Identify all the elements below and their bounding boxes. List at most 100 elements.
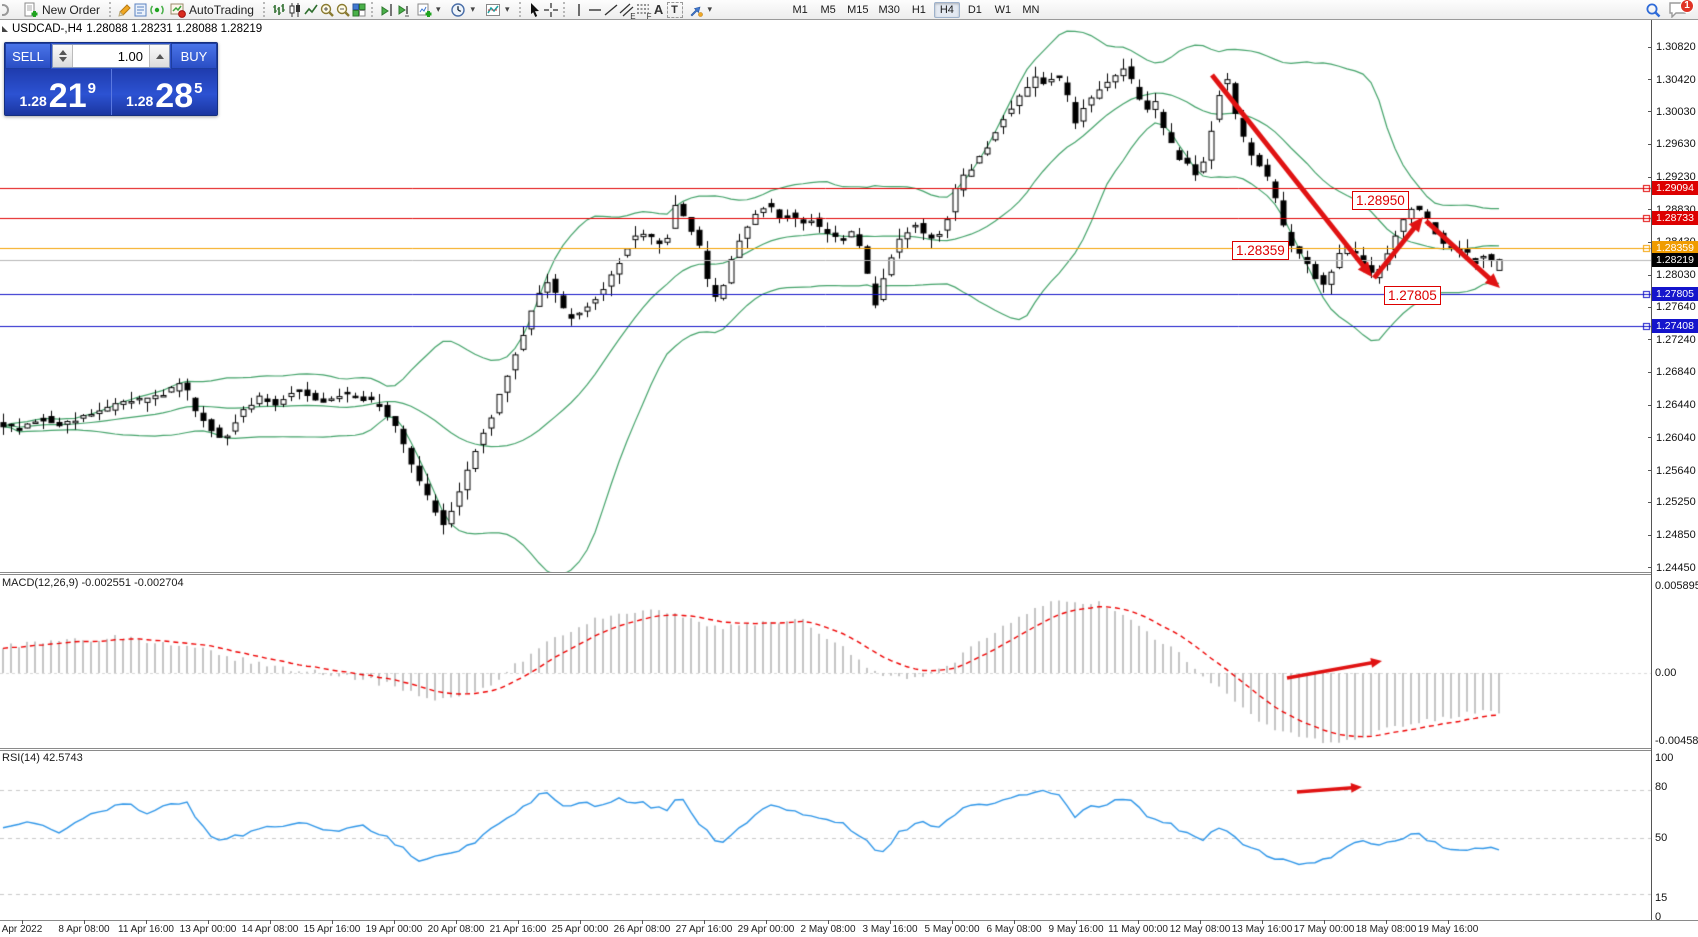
timeframe-button-h1[interactable]: H1	[906, 2, 932, 18]
trendline-tool-icon[interactable]	[603, 2, 619, 18]
volume-stepper[interactable]	[53, 45, 73, 67]
time-axis-tick	[518, 920, 519, 924]
auto-scroll-icon[interactable]	[395, 2, 411, 18]
indicators-button[interactable]: ▾	[480, 1, 515, 19]
buy-button[interactable]: BUY	[171, 43, 217, 69]
rsi-axis-label: 100	[1655, 752, 1673, 764]
metaeditor-icon[interactable]	[133, 2, 149, 18]
timeframe-button-mn[interactable]: MN	[1018, 2, 1044, 18]
bar-chart-icon[interactable]	[271, 2, 287, 18]
search-icon[interactable]	[1644, 2, 1660, 18]
time-axis-tick	[208, 920, 209, 924]
price-axis-tick	[1648, 307, 1652, 308]
volume-up-button[interactable]	[149, 45, 169, 67]
clipped-edge-icon	[2, 2, 18, 18]
timeframe-button-m1[interactable]: M1	[787, 2, 813, 18]
profiles-button[interactable]: ▾	[445, 1, 480, 19]
current-price-tag: 1.28219	[1652, 253, 1698, 267]
signal-icon[interactable]	[149, 2, 165, 18]
arrows-tool-button[interactable]: ▾	[683, 1, 718, 19]
price-axis-tick	[1648, 111, 1652, 112]
autotrading-button[interactable]: AutoTrading	[165, 1, 259, 19]
time-axis-tick	[84, 920, 85, 924]
new-chart-button[interactable]: ▾	[411, 1, 446, 19]
volume-input[interactable]: 1.00	[73, 45, 149, 67]
pane-separator[interactable]	[0, 748, 1698, 751]
price-annotation[interactable]: 1.27805	[1384, 286, 1441, 305]
separator	[109, 2, 113, 17]
timeframe-button-d1[interactable]: D1	[962, 2, 988, 18]
timeframe-button-m5[interactable]: M5	[815, 2, 841, 18]
price-axis-tick	[1648, 372, 1652, 373]
time-axis-tick	[828, 920, 829, 924]
chart-shift-icon[interactable]	[379, 2, 395, 18]
time-axis-label: 13 Apr 00:00	[180, 924, 237, 935]
price-axis-label: 1.30420	[1656, 74, 1696, 86]
buy-price-prefix: 1.28	[126, 93, 153, 109]
time-axis-tick	[1448, 920, 1449, 924]
fibonacci-tool-icon[interactable]: F	[635, 2, 651, 18]
timeframe-group: M1M5M15M30H1H4D1W1MN	[787, 2, 1044, 18]
indicators-icon	[485, 2, 501, 18]
candlestick-icon[interactable]	[287, 2, 303, 18]
line-chart-icon[interactable]	[303, 2, 319, 18]
timeframe-button-w1[interactable]: W1	[990, 2, 1016, 18]
chat-badge: 1	[1680, 0, 1694, 13]
time-axis-tick	[890, 920, 891, 924]
horizontal-line-tool-icon[interactable]	[587, 2, 603, 18]
time-axis-tick	[766, 920, 767, 924]
text-tool-icon[interactable]: A	[651, 2, 667, 18]
time-axis-tick	[332, 920, 333, 924]
volume-spinner: 1.00	[52, 44, 170, 68]
zoom-in-icon[interactable]	[319, 2, 335, 18]
timeframe-button-h4[interactable]: H4	[934, 2, 960, 18]
time-axis-tick	[1138, 920, 1139, 924]
new-order-label: New Order	[42, 3, 100, 17]
pane-separator	[0, 920, 1698, 921]
rsi-pane-canvas[interactable]	[0, 750, 1651, 920]
chat-button[interactable]: 1	[1668, 1, 1690, 19]
buy-price[interactable]: 1.28285	[112, 69, 218, 115]
vertical-line-tool-icon[interactable]	[571, 2, 587, 18]
time-axis-label: 3 May 16:00	[862, 924, 917, 935]
time-axis-label: 20 Apr 08:00	[428, 924, 485, 935]
crayon-icon[interactable]	[117, 2, 133, 18]
macd-pane-canvas[interactable]	[0, 575, 1651, 748]
arrows-tool-icon	[688, 2, 704, 18]
text-label-tool-icon[interactable]: T	[667, 2, 683, 18]
separator	[371, 2, 375, 17]
time-axis-label: 6 May 08:00	[986, 924, 1041, 935]
sell-button[interactable]: SELL	[5, 43, 51, 69]
price-axis-tick	[1648, 144, 1652, 145]
tile-windows-icon[interactable]	[351, 2, 367, 18]
price-axis-label: 1.24850	[1656, 529, 1696, 541]
price-axis-label: 1.26040	[1656, 432, 1696, 444]
rsi-label: RSI(14) 42.5743	[2, 752, 83, 764]
time-axis-label: 5 May 00:00	[924, 924, 979, 935]
pane-separator[interactable]	[0, 572, 1698, 575]
price-annotation[interactable]: 1.28359	[1232, 241, 1289, 260]
time-axis-label: 12 May 08:00	[1170, 924, 1231, 935]
time-axis-tick	[1324, 920, 1325, 924]
zoom-out-icon[interactable]	[335, 2, 351, 18]
time-axis-label: 29 Apr 00:00	[738, 924, 795, 935]
channel-tool-icon[interactable]: E	[619, 2, 635, 18]
new-order-button[interactable]: New Order	[18, 1, 105, 19]
timeframe-button-m30[interactable]: M30	[874, 2, 903, 18]
symbol-timeframe: USDCAD-,H4	[12, 23, 82, 35]
time-axis-tick	[1262, 920, 1263, 924]
chart-pointer-icon	[2, 26, 8, 32]
step-up-icon	[59, 50, 67, 55]
timeframe-button-m15[interactable]: M15	[843, 2, 872, 18]
time-axis-label: 17 May 00:00	[1294, 924, 1355, 935]
price-axis-label: 1.24450	[1656, 562, 1696, 574]
ohlc-values: 1.28088 1.28231 1.28088 1.28219	[86, 23, 262, 35]
time-axis-tick	[270, 920, 271, 924]
time-axis-label: 9 May 16:00	[1048, 924, 1103, 935]
price-annotation[interactable]: 1.28950	[1352, 191, 1409, 210]
sell-price[interactable]: 1.28219	[5, 69, 112, 115]
step-up-icon	[156, 54, 164, 59]
cursor-icon[interactable]	[527, 2, 543, 18]
price-axis-tick	[1648, 177, 1652, 178]
crosshair-icon[interactable]	[543, 2, 559, 18]
